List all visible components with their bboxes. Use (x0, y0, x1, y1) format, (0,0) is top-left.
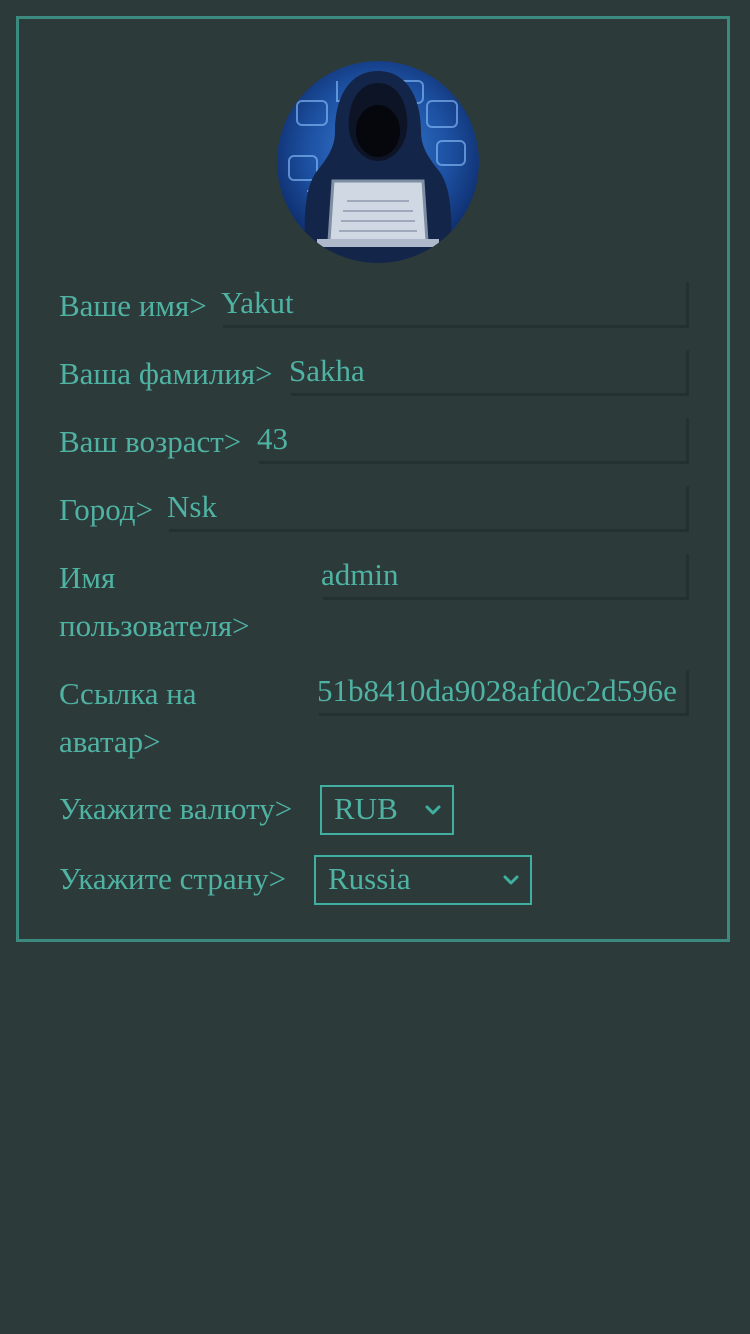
chevron-down-icon (425, 805, 441, 815)
currency-selected: RUB (334, 791, 398, 826)
first-name-label: Ваше имя> (59, 288, 207, 323)
avatar-link-field[interactable]: 51b8410da9028afd0c2d596e (319, 670, 689, 716)
first-name-field[interactable]: Yakut (221, 282, 689, 328)
username-row: Имя пользователя> admin (59, 554, 689, 654)
avatar (277, 61, 479, 263)
first-name-value: Yakut (221, 285, 294, 320)
country-select[interactable]: Russia (314, 855, 532, 905)
username-value: admin (321, 557, 399, 592)
chevron-down-icon (503, 875, 519, 885)
avatar-link-row: Ссылка на аватар> 51b8410da9028afd0c2d59… (59, 670, 689, 770)
age-value: 43 (257, 421, 288, 456)
username-field[interactable]: admin (321, 554, 689, 600)
country-selected: Russia (328, 861, 411, 896)
profile-card: Ваше имя> Yakut Ваша фамилия> Sakha Ваш … (16, 16, 730, 942)
country-label: Укажите страну> (59, 861, 287, 896)
last-name-field[interactable]: Sakha (289, 350, 689, 396)
currency-row: Укажите валюту> RUB (59, 785, 689, 837)
last-name-label: Ваша фамилия> (59, 356, 273, 391)
currency-label: Укажите валюту> (59, 791, 293, 826)
country-row: Укажите страну> Russia (59, 855, 689, 907)
age-field[interactable]: 43 (257, 418, 689, 464)
city-label: Город> (59, 492, 154, 527)
avatar-link-value: 51b8410da9028afd0c2d596e (319, 673, 677, 708)
hacker-avatar-icon (277, 61, 479, 263)
currency-select[interactable]: RUB (320, 785, 454, 835)
city-field[interactable]: Nsk (167, 486, 689, 532)
avatar-link-label: Ссылка на аватар> (59, 676, 197, 759)
city-value: Nsk (167, 489, 217, 524)
age-label: Ваш возраст> (59, 424, 242, 459)
username-label: Имя пользователя> (59, 560, 250, 643)
last-name-value: Sakha (289, 353, 365, 388)
